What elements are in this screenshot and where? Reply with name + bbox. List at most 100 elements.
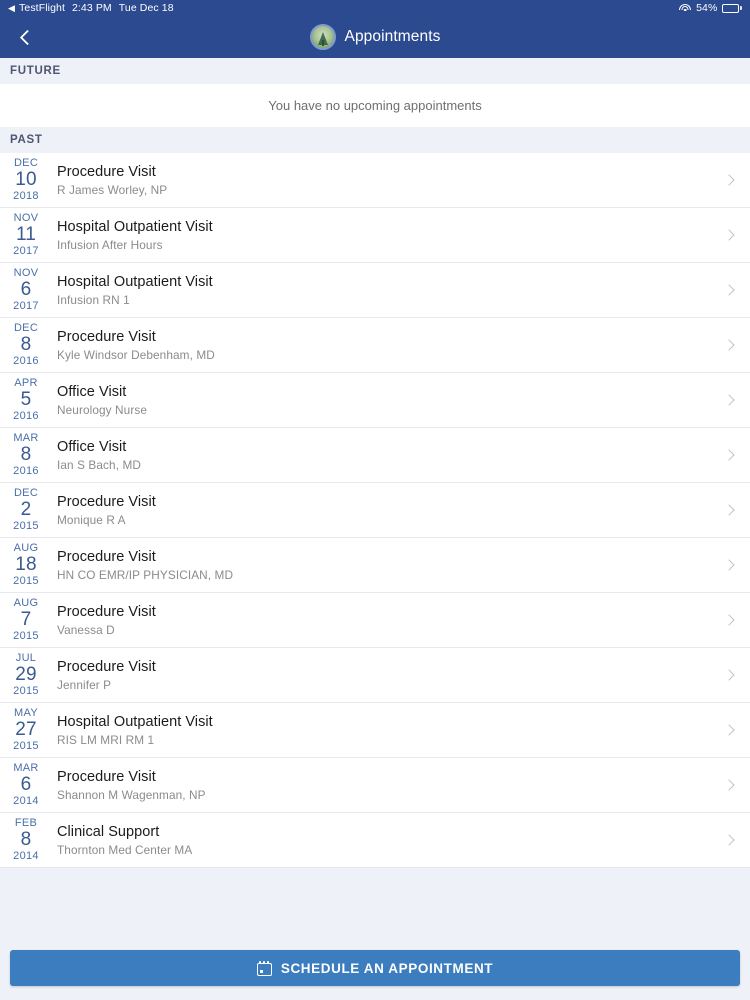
- appointment-row[interactable]: MAR 8 2016 Office Visit Ian S Bach, MD: [0, 428, 750, 483]
- appointment-row[interactable]: FEB 8 2014 Clinical Support Thornton Med Cen…: [0, 813, 750, 868]
- appointment-month: NOV: [13, 267, 39, 279]
- appointment-date: NOV 6 2017: [0, 268, 52, 312]
- appointment-provider: HN CO EMR/IP PHYSICIAN, MD: [57, 567, 234, 582]
- appointment-details: Hospital Outpatient Visit Infusion After …: [52, 219, 725, 252]
- appointment-row[interactable]: NOV 11 2017 Hospital Outpatient Visit Infusi…: [0, 208, 750, 263]
- appointment-date: MAR 8 2016: [0, 433, 52, 477]
- back-to-app-label[interactable]: TestFlight: [19, 2, 65, 14]
- appointment-type: Procedure Visit: [57, 328, 156, 345]
- appointment-details: Hospital Outpatient Visit Infusion RN 1: [52, 274, 725, 307]
- appointment-month: DEC: [13, 487, 39, 499]
- appointment-year: 2015: [13, 630, 39, 642]
- appointment-date: APR 5 2016: [0, 378, 52, 422]
- appointment-day: 10: [15, 169, 37, 190]
- appointment-type: Procedure Visit: [57, 768, 156, 785]
- appointment-row[interactable]: NOV 6 2017 Hospital Outpatient Visit Infusio…: [0, 263, 750, 318]
- appointment-list: DEC 10 2018 Procedure Visit R James Worley, …: [0, 153, 750, 868]
- appointment-type: Procedure Visit: [57, 548, 156, 565]
- appointment-date: MAR 6 2014: [0, 763, 52, 807]
- appointment-date: FEB 8 2014: [0, 818, 52, 862]
- appointment-year: 2015: [13, 575, 39, 587]
- appointment-provider: Kyle Windsor Debenham, MD: [57, 347, 215, 362]
- appointment-date: DEC 8 2016: [0, 323, 52, 367]
- chevron-right-icon[interactable]: [723, 174, 735, 186]
- appointment-row[interactable]: DEC 10 2018 Procedure Visit R James Worley, …: [0, 153, 750, 208]
- chevron-right-icon[interactable]: [723, 724, 735, 736]
- appointment-date: DEC 2 2015: [0, 488, 52, 532]
- appointment-month: FEB: [14, 817, 38, 829]
- battery-icon: [722, 3, 742, 13]
- appointment-day: 6: [20, 279, 32, 300]
- appointment-month: DEC: [13, 157, 39, 169]
- chevron-right-icon[interactable]: [723, 284, 735, 296]
- appointment-type: Office Visit: [57, 383, 127, 400]
- appointment-year: 2014: [13, 850, 39, 862]
- appointment-row[interactable]: JUL 29 2015 Procedure Visit Jennifer P: [0, 648, 750, 703]
- schedule-appointment-button[interactable]: SCHEDULE AN APPOINTMENT: [10, 950, 740, 986]
- appointment-month: DEC: [13, 322, 39, 334]
- appointment-month: AUG: [13, 597, 39, 609]
- status-bar-left: ◀ TestFlight 2:43 PM Tue Dec 18: [8, 2, 174, 14]
- chevron-right-icon[interactable]: [723, 449, 735, 461]
- appointment-type: Clinical Support: [57, 823, 160, 840]
- appointment-day: 7: [20, 609, 32, 630]
- appointment-day: 8: [20, 334, 32, 355]
- chevron-right-icon[interactable]: [723, 504, 735, 516]
- appointment-row[interactable]: AUG 18 2015 Procedure Visit HN CO EMR/IP PHY…: [0, 538, 750, 593]
- appointment-date: NOV 11 2017: [0, 213, 52, 257]
- appointment-type: Procedure Visit: [57, 163, 156, 180]
- navigation-bar: Appointments: [0, 16, 750, 58]
- appointment-month: MAR: [13, 432, 39, 444]
- nav-title-group: Appointments: [309, 24, 441, 50]
- appointment-date: MAY 27 2015: [0, 708, 52, 752]
- appointment-date: DEC 10 2018: [0, 158, 52, 202]
- chevron-right-icon[interactable]: [723, 669, 735, 681]
- chevron-right-icon[interactable]: [723, 229, 735, 241]
- appointment-year: 2017: [13, 245, 39, 257]
- appointment-provider: Thornton Med Center MA: [57, 842, 193, 857]
- appointment-year: 2014: [13, 795, 39, 807]
- chevron-right-icon[interactable]: [723, 394, 735, 406]
- list-bottom-spacer: [0, 868, 750, 950]
- appointment-month: JUL: [15, 652, 37, 664]
- appointment-details: Hospital Outpatient Visit RIS LM MRI RM 1: [52, 714, 725, 747]
- page-title: Appointments: [344, 28, 441, 45]
- status-bar-time: 2:43 PM: [71, 2, 112, 14]
- appointment-provider: Shannon M Wagenman, NP: [57, 787, 206, 802]
- appointment-details: Procedure Visit Vanessa D: [52, 604, 725, 637]
- appointment-year: 2017: [13, 300, 39, 312]
- chevron-right-icon[interactable]: [723, 779, 735, 791]
- appointment-type: Office Visit: [57, 438, 127, 455]
- appointment-day: 8: [20, 444, 32, 465]
- back-to-app-arrow-icon[interactable]: ◀: [8, 3, 15, 13]
- appointment-year: 2016: [13, 410, 39, 422]
- appointment-type: Hospital Outpatient Visit: [57, 713, 213, 730]
- appointment-row[interactable]: MAR 6 2014 Procedure Visit Shannon M Wagenma…: [0, 758, 750, 813]
- appointment-details: Procedure Visit Monique R A: [52, 494, 725, 527]
- appointment-year: 2016: [13, 355, 39, 367]
- appointment-day: 2: [20, 499, 32, 520]
- appointment-year: 2016: [13, 465, 39, 477]
- appointment-day: 5: [20, 389, 32, 410]
- chevron-right-icon[interactable]: [723, 559, 735, 571]
- appointment-provider: R James Worley, NP: [57, 182, 168, 197]
- appointment-row[interactable]: APR 5 2016 Office Visit Neurology Nurse: [0, 373, 750, 428]
- section-header-future: FUTURE: [0, 58, 750, 84]
- appointment-year: 2018: [13, 190, 39, 202]
- appointment-day: 18: [15, 554, 37, 575]
- appointment-month: AUG: [13, 542, 39, 554]
- appointment-row[interactable]: MAY 27 2015 Hospital Outpatient Visit RIS LM…: [0, 703, 750, 758]
- back-button[interactable]: [6, 16, 48, 58]
- appointment-date: AUG 18 2015: [0, 543, 52, 587]
- appointment-row[interactable]: DEC 2 2015 Procedure Visit Monique R A: [0, 483, 750, 538]
- battery-percent-label: 54%: [696, 2, 718, 14]
- appointment-row[interactable]: AUG 7 2015 Procedure Visit Vanessa D: [0, 593, 750, 648]
- chevron-right-icon[interactable]: [723, 339, 735, 351]
- appointment-provider: Jennifer P: [57, 677, 112, 692]
- section-header-past: PAST: [0, 127, 750, 153]
- appointment-year: 2015: [13, 520, 39, 532]
- chevron-right-icon[interactable]: [723, 614, 735, 626]
- appointment-row[interactable]: DEC 8 2016 Procedure Visit Kyle Windsor Debe…: [0, 318, 750, 373]
- chevron-left-icon: [19, 29, 35, 45]
- chevron-right-icon[interactable]: [723, 834, 735, 846]
